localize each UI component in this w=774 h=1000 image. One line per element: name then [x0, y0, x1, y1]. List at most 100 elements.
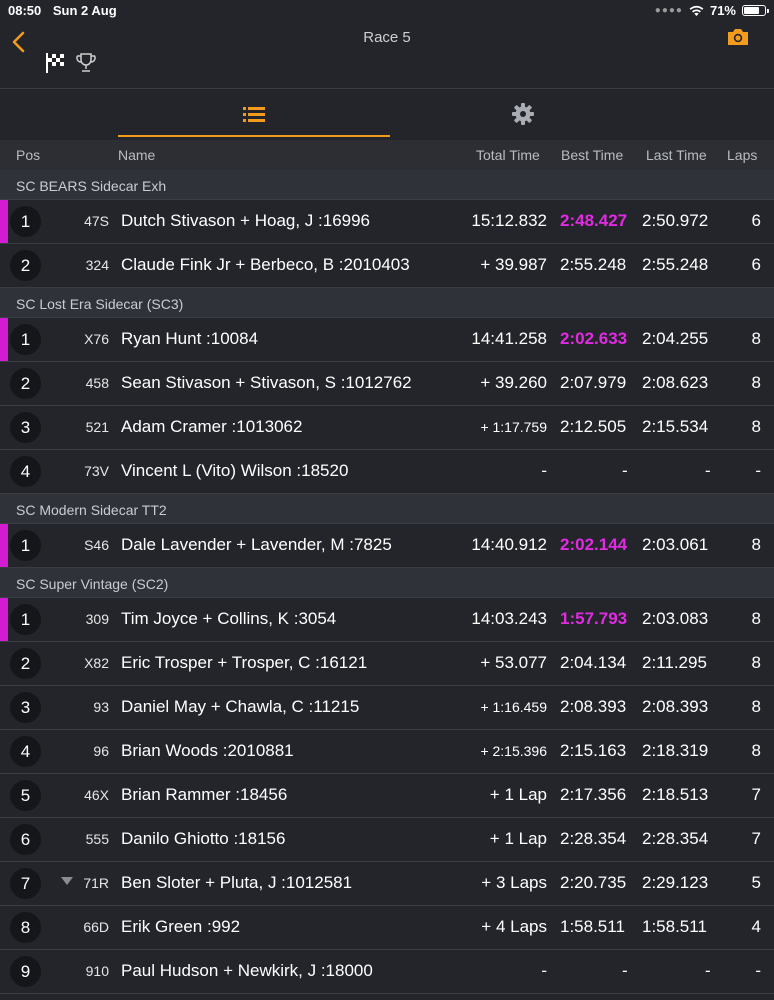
result-row[interactable]: 1 X76 Ryan Hunt :10084 14:41.258 2:02.633 2:0… [0, 318, 774, 362]
tab-results-list[interactable] [118, 89, 390, 139]
result-row[interactable]: 2 324 Claude Fink Jr + Berbeco, B :2010403… [0, 244, 774, 288]
total-time: 14:03.243 [471, 609, 547, 628]
result-row[interactable]: 1 S46 Dale Lavender + Lavender, M :7825 14:… [0, 524, 774, 568]
laps-count: 6 [751, 255, 761, 274]
total-time: - [541, 961, 547, 980]
total-time: 14:41.258 [471, 329, 547, 348]
rider-name: Vincent L (Vito) Wilson :18520 [121, 461, 349, 480]
position-badge: 9 [10, 956, 41, 987]
laps-count: 4 [751, 917, 761, 936]
race-number: 93 [93, 699, 109, 715]
result-row[interactable]: 7 71R Ben Sloter + Pluta, J :1012581 + 3 La… [0, 862, 774, 906]
laps-count: 7 [751, 785, 761, 804]
camera-button[interactable] [726, 26, 750, 48]
tab-settings[interactable] [390, 89, 656, 139]
best-time: 2:02.633 [560, 329, 628, 348]
result-row[interactable]: 2 458 Sean Stivason + Stivason, S :1012762… [0, 362, 774, 406]
total-time: + 3 Laps [481, 873, 547, 892]
column-total-time: Total Time [476, 147, 540, 163]
result-row[interactable]: 2 X82 Eric Trosper + Trosper, C :16121 + 53… [0, 642, 774, 686]
race-number: 47S [84, 213, 109, 229]
rider-name: Brian Rammer :18456 [121, 785, 288, 804]
last-time: 2:55.248 [642, 255, 709, 274]
result-row[interactable]: 3 521 Adam Cramer :1013062 + 1:17.759 2:12.5… [0, 406, 774, 450]
rider-name: Dale Lavender + Lavender, M :7825 [121, 535, 392, 554]
total-time: 15:12.832 [471, 211, 547, 230]
race-number: 555 [85, 831, 109, 847]
race-number: 71R [83, 875, 109, 891]
result-row[interactable]: 6 555 Danilo Ghiotto :18156 + 1 Lap 2:28.354… [0, 818, 774, 862]
race-number: 73V [84, 463, 109, 479]
result-row[interactable]: 4 73V Vincent L (Vito) Wilson :18520 - - - - [0, 450, 774, 494]
position-badge: 1 [10, 530, 41, 561]
last-time: 2:11.295 [642, 653, 707, 672]
result-row[interactable]: 8 66D Erik Green :992 + 4 Laps 1:58.511 1:58.… [0, 906, 774, 950]
laps-count: - [755, 961, 761, 980]
last-time: 2:18.513 [642, 785, 709, 804]
total-time: 14:40.912 [471, 535, 547, 554]
checkered-flag-icon[interactable] [44, 52, 66, 74]
laps-count: 8 [751, 697, 761, 716]
rider-name: Claude Fink Jr + Berbeco, B :2010403 [121, 255, 410, 274]
last-time: 2:29.123 [642, 873, 709, 892]
laps-count: - [755, 461, 761, 480]
position-badge: 8 [10, 912, 41, 943]
result-row[interactable]: 4 96 Brian Woods :2010881 + 2:15.396 2:15.16… [0, 730, 774, 774]
class-leader-marker [0, 598, 8, 641]
total-time: + 4 Laps [481, 917, 547, 936]
last-time: 2:50.972 [642, 211, 709, 230]
rider-name: Sean Stivason + Stivason, S :1012762 [121, 373, 412, 392]
total-time: + 1:16.459 [480, 699, 547, 715]
race-number: 521 [85, 419, 109, 435]
rider-name: Ben Sloter + Pluta, J :1012581 [121, 873, 353, 892]
last-time: 2:04.255 [642, 329, 709, 348]
race-number: S46 [84, 537, 109, 553]
last-time: 2:03.083 [642, 609, 709, 628]
position-badge: 3 [10, 692, 41, 723]
gear-icon [512, 103, 534, 125]
laps-count: 8 [751, 329, 761, 348]
rider-name: Danilo Ghiotto :18156 [121, 829, 286, 848]
race-number: X82 [84, 655, 109, 671]
result-row[interactable]: 1 47S Dutch Stivason + Hoag, J :16996 15:12… [0, 200, 774, 244]
total-time: + 1:17.759 [480, 419, 547, 435]
result-row[interactable]: 5 46X Brian Rammer :18456 + 1 Lap 2:17.356 2:… [0, 774, 774, 818]
last-time: - [705, 961, 711, 980]
best-time: 2:15.163 [560, 741, 627, 760]
rider-name: Paul Hudson + Newkirk, J :18000 [121, 961, 373, 980]
last-time: 2:18.319 [642, 741, 709, 760]
laps-count: 8 [751, 609, 761, 628]
laps-count: 8 [751, 373, 761, 392]
best-time: 1:58.511 [560, 917, 625, 936]
total-time: + 39.260 [480, 373, 547, 392]
position-badge: 4 [10, 456, 41, 487]
race-number: 46X [84, 787, 109, 803]
status-time: 08:50 [8, 3, 42, 18]
race-number: 96 [93, 743, 109, 759]
active-tab-indicator [118, 135, 390, 137]
laps-count: 8 [751, 741, 761, 760]
position-badge: 1 [10, 324, 41, 355]
class-leader-marker [0, 318, 8, 361]
total-time: + 53.077 [480, 653, 547, 672]
column-name: Name [118, 147, 156, 163]
race-number: X76 [84, 331, 109, 347]
rider-name: Daniel May + Chawla, C :11215 [121, 697, 360, 716]
race-number: 910 [85, 963, 109, 979]
wifi-icon [689, 5, 704, 16]
camera-icon [728, 29, 748, 45]
column-header-row: Pos Name Total Time Best Time Last Time … [0, 140, 774, 170]
results-list[interactable]: SC BEARS Sidecar Exh 1 47S Dutch Stivason +… [0, 170, 774, 994]
page-title: Race 5 [363, 29, 411, 46]
column-best-time: Best Time [561, 147, 624, 163]
laps-count: 8 [751, 417, 761, 436]
rider-name: Eric Trosper + Trosper, C :16121 [121, 653, 368, 672]
total-time: + 2:15.396 [480, 743, 547, 759]
position-badge: 2 [10, 368, 41, 399]
battery-icon [742, 5, 769, 16]
result-row[interactable]: 9 910 Paul Hudson + Newkirk, J :18000 - - - - [0, 950, 774, 994]
position-badge: 6 [10, 824, 41, 855]
result-row[interactable]: 1 309 Tim Joyce + Collins, K :3054 14:03.24… [0, 598, 774, 642]
trophy-icon[interactable] [75, 52, 97, 74]
result-row[interactable]: 3 93 Daniel May + Chawla, C :11215 + 1:16.4… [0, 686, 774, 730]
